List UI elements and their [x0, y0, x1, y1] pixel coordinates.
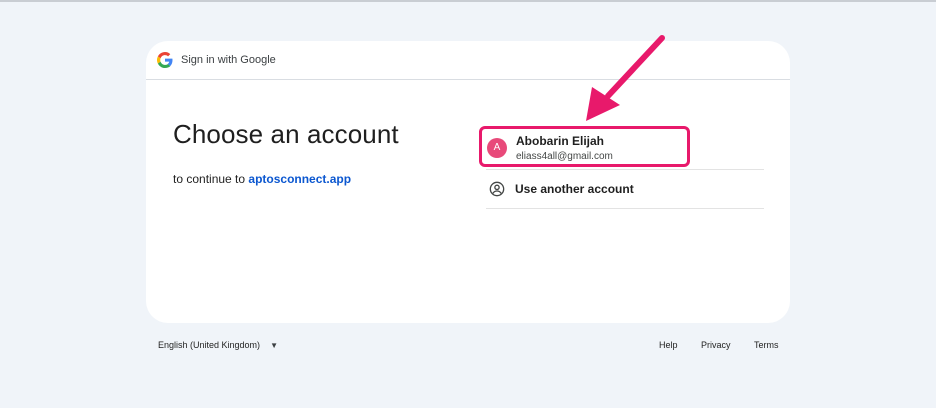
top-rule: [0, 0, 936, 2]
privacy-link[interactable]: Privacy: [701, 340, 731, 350]
terms-link[interactable]: Terms: [754, 340, 779, 350]
left-column: Choose an account to continue to aptosco…: [173, 119, 399, 186]
use-another-account-label: Use another account: [515, 182, 634, 196]
use-another-account-button[interactable]: Use another account: [486, 170, 764, 208]
person-circle-icon: [489, 181, 505, 197]
page-title: Choose an account: [173, 119, 399, 149]
account-list: A Abobarin Elijah eliass4all@gmail.com U…: [479, 126, 764, 209]
caret-down-icon: ▼: [270, 340, 278, 350]
app-link[interactable]: aptosconnect.app: [248, 172, 351, 186]
account-email: eliass4all@gmail.com: [516, 150, 613, 162]
google-logo-icon: [157, 52, 173, 68]
header-title: Sign in with Google: [181, 54, 276, 66]
account-text: Abobarin Elijah eliass4all@gmail.com: [516, 134, 613, 162]
divider: [486, 208, 764, 209]
language-label: English (United Kingdom): [158, 340, 261, 350]
subtitle-prefix: to continue to: [173, 172, 249, 186]
card-header: Sign in with Google: [146, 41, 790, 80]
sign-in-card: Sign in with Google Choose an account to…: [146, 41, 790, 323]
account-name: Abobarin Elijah: [516, 133, 605, 148]
avatar: A: [487, 137, 507, 158]
subtitle: to continue to aptosconnect.app: [173, 172, 399, 186]
account-item[interactable]: A Abobarin Elijah eliass4all@gmail.com: [479, 126, 764, 169]
language-selector[interactable]: English (United Kingdom) ▼: [158, 340, 278, 350]
help-link[interactable]: Help: [659, 340, 678, 350]
